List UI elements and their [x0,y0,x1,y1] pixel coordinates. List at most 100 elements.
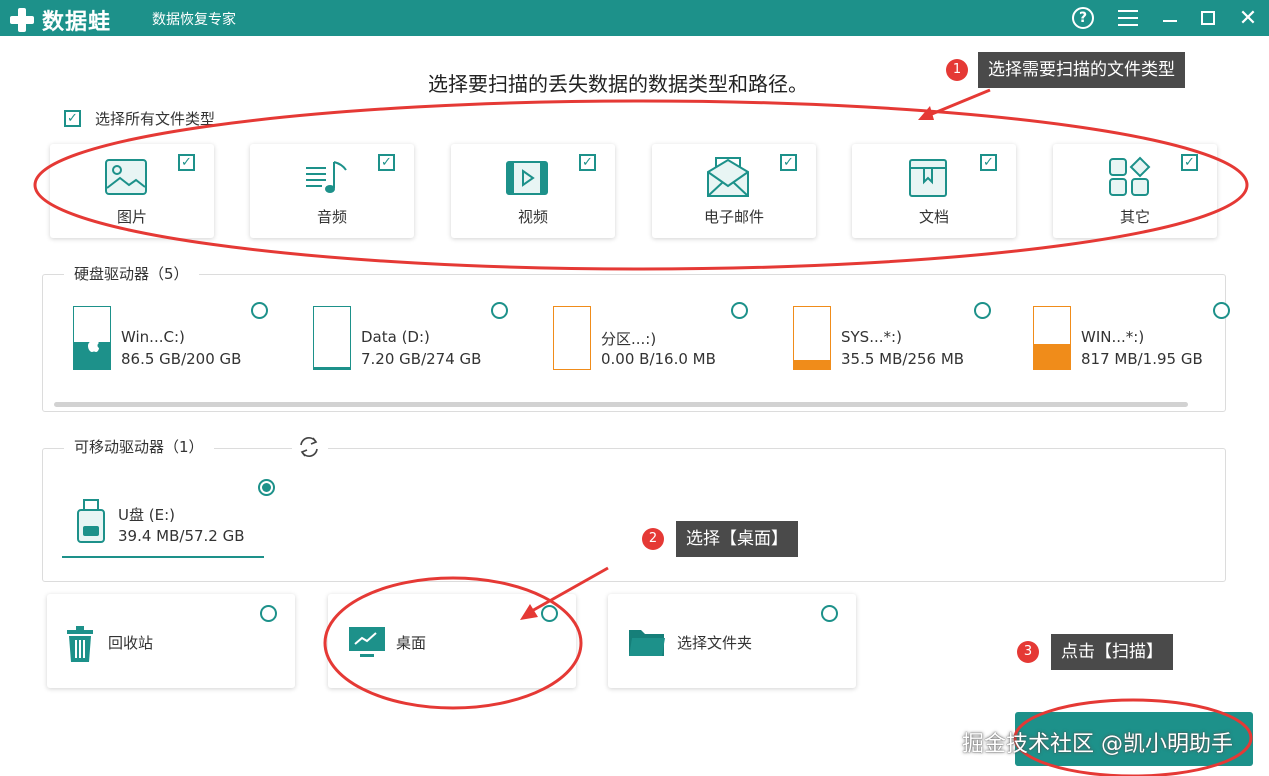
type-label: 音频 [316,208,347,226]
help-button[interactable]: ? [1069,4,1097,32]
drives-scrollbar[interactable] [54,402,1188,407]
annotation-arrow [926,88,991,118]
annotation-callout: 选择需要扫描的文件类型 [978,52,1185,88]
location-label: 回收站 [108,634,154,652]
drive-usage-bar [553,306,591,370]
menu-button[interactable] [1114,4,1142,32]
drive-win[interactable]: WIN...*:) 817 MB/1.95 GB [1033,302,1230,376]
watermark: 掘金技术社区 @凯小明助手 [962,732,1233,757]
type-label: 视频 [517,208,548,226]
location-radio[interactable] [541,605,558,622]
drive-radio[interactable] [731,302,748,319]
type-card-video[interactable]: ✓ 视频 [451,144,615,238]
type-checkbox[interactable]: ✓ [980,154,997,171]
app-logo-text: 数据蛙 [42,10,112,35]
maximize-button[interactable] [1194,4,1222,32]
drive-usage-fill [794,360,830,369]
drive-size: 7.20 GB/274 GB [361,350,482,368]
drive-name: Win...C:) [121,328,185,346]
drive-c[interactable]: Win...C:) 86.5 GB/200 GB [73,302,313,376]
apple-icon [88,338,99,352]
hard-drives-title: 硬盘驱动器（5） [64,263,199,284]
minimize-icon [1163,20,1177,22]
drive-name: SYS...*:) [841,328,902,346]
type-card-image[interactable]: ✓ 图片 [50,144,214,238]
refresh-icon [300,437,318,457]
drive-sys[interactable]: SYS...*:) 35.5 MB/256 MB [793,302,1033,376]
document-icon [909,159,947,197]
desktop-icon [349,627,385,657]
drive-size: 86.5 GB/200 GB [121,350,242,368]
title-bar: 数据蛙 数据恢复专家 ? ✕ [0,0,1269,36]
drive-size: 817 MB/1.95 GB [1081,350,1203,368]
type-checkbox[interactable]: ✓ [378,154,395,171]
drive-radio[interactable] [258,479,275,496]
maximize-icon [1201,11,1215,25]
location-radio[interactable] [821,605,838,622]
logo-cross-icon [8,6,36,34]
annotation-number: 3 [1017,641,1039,663]
email-icon [707,157,749,197]
drive-usage-bar [1033,306,1071,370]
usb-drive-icon [77,499,105,543]
annotation-number: 2 [642,528,664,550]
drive-radio[interactable] [491,302,508,319]
annotation-callout: 选择【桌面】 [676,521,798,557]
select-all-types[interactable]: ✓ 选择所有文件类型 [64,108,215,129]
video-icon [506,161,548,195]
folder-icon [629,630,665,656]
refresh-button[interactable] [292,434,328,460]
type-card-document[interactable]: ✓ 文档 [852,144,1016,238]
removable-drives-title: 可移动驱动器（1） [64,436,214,457]
drive-name: WIN...*:) [1081,328,1145,346]
type-label: 其它 [1119,208,1150,226]
location-select-folder[interactable]: 选择文件夹 [608,594,856,688]
close-icon: ✕ [1238,5,1258,31]
drive-radio[interactable] [251,302,268,319]
drive-radio[interactable] [1213,302,1230,319]
type-label: 文档 [918,208,949,226]
type-checkbox[interactable]: ✓ [178,154,195,171]
app-logo: 数据蛙 [8,4,111,36]
drive-name: 分区...:) [601,330,657,348]
drive-size: 35.5 MB/256 MB [841,350,965,368]
type-label: 电子邮件 [703,208,764,226]
drive-d[interactable]: Data (D:) 7.20 GB/274 GB [313,302,553,376]
removable-drive-usb[interactable]: U盘 (E:) 39.4 MB/57.2 GB [62,478,275,558]
recycle-bin-icon [67,626,93,662]
app-subtitle: 数据恢复专家 [152,12,236,28]
drive-name: Data (D:) [361,328,430,346]
drive-usage-bar [73,306,111,370]
type-checkbox[interactable]: ✓ [1181,154,1198,171]
drive-usage-bar [793,306,831,370]
menu-icon [1118,10,1138,26]
close-button[interactable]: ✕ [1234,4,1262,32]
type-card-other[interactable]: ✓ 其它 [1053,144,1217,238]
drive-radio[interactable] [974,302,991,319]
type-card-email[interactable]: ✓ 电子邮件 [652,144,816,238]
type-card-audio[interactable]: ✓ 音频 [250,144,414,238]
drive-name: U盘 (E:) [118,506,175,524]
select-all-checkbox[interactable]: ✓ [64,110,81,127]
drive-size: 39.4 MB/57.2 GB [118,527,245,545]
location-recycle-bin[interactable]: 回收站 [47,594,295,688]
location-desktop[interactable]: 桌面 [328,594,576,688]
annotation-arrowhead [918,106,934,120]
other-icon [1109,156,1151,196]
select-all-label: 选择所有文件类型 [95,110,216,128]
drive-usage-bar [313,306,351,370]
annotation-callout: 点击【扫描】 [1051,634,1173,670]
drive-partition[interactable]: 分区...:) 0.00 B/16.0 MB [553,302,793,376]
type-checkbox[interactable]: ✓ [780,154,797,171]
drive-usage-fill [1034,343,1070,369]
type-checkbox[interactable]: ✓ [579,154,596,171]
drive-usage-fill [314,367,350,369]
location-radio[interactable] [260,605,277,622]
page-headline: 选择要扫描的丢失数据的数据类型和路径。 [428,72,808,96]
minimize-button[interactable] [1156,4,1184,32]
help-icon: ? [1072,7,1094,29]
annotation-number: 1 [946,59,968,81]
drive-size: 0.00 B/16.0 MB [601,350,716,368]
image-icon [105,159,147,195]
location-label: 桌面 [396,634,427,652]
